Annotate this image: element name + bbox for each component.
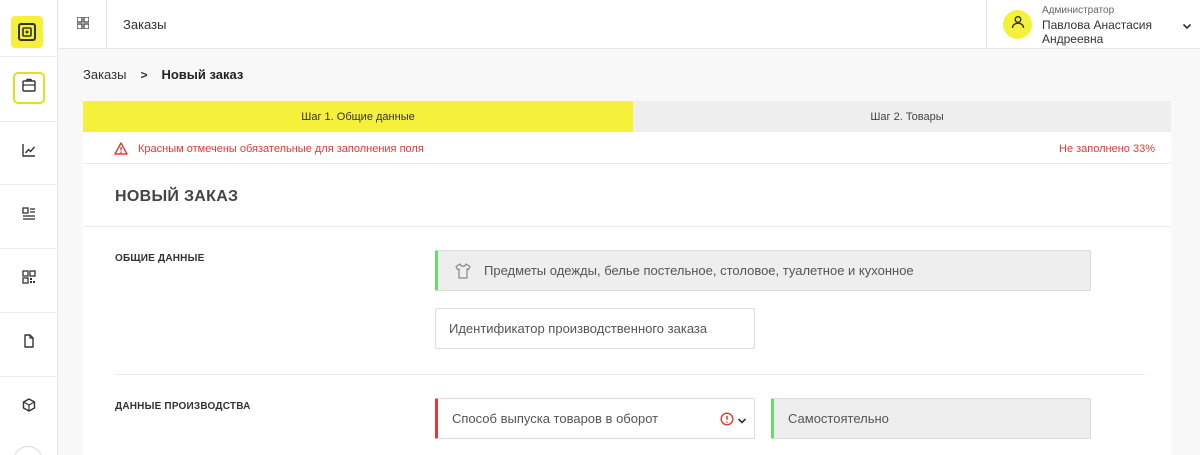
apps-grid-button[interactable]: [59, 0, 107, 49]
sidebar-item-list[interactable]: [0, 184, 58, 246]
release-method-select[interactable]: Способ выпуска товаров в оборот: [435, 398, 755, 439]
stepper: Шаг 1. Общие данные Шаг 2. Товары: [83, 101, 1171, 132]
user-name: Павлова Анастасия Андреевна: [1042, 18, 1152, 46]
breadcrumb-current: Новый заказ: [161, 67, 244, 82]
tshirt-icon: [454, 262, 472, 280]
product-category-field[interactable]: Предметы одежды, белье постельное, столо…: [435, 250, 1091, 291]
user-role: Администратор: [1042, 5, 1115, 16]
sidebar-item-analytics[interactable]: [0, 121, 58, 183]
header-title: Заказы: [123, 17, 167, 32]
chevron-down-icon: [1182, 18, 1192, 36]
breadcrumb: Заказы > Новый заказ: [83, 67, 243, 82]
avatar: [1003, 10, 1032, 39]
qr-code-icon: [21, 269, 37, 290]
alert-message: Красным отмечены обязательные для заполн…: [138, 143, 424, 155]
form-title: НОВЫЙ ЗАКАЗ: [115, 188, 239, 205]
required-fields-alert: Красным отмечены обязательные для заполн…: [83, 132, 1171, 164]
sidebar-item-products[interactable]: [0, 376, 58, 438]
completion-status: Не заполнено 33%: [1059, 143, 1155, 155]
grid-icon: [75, 15, 90, 34]
divider: [83, 226, 1171, 227]
breadcrumb-separator: >: [140, 67, 148, 82]
product-category-value: Предметы одежды, белье постельное, столо…: [484, 263, 914, 278]
step-arrow: [623, 101, 633, 131]
sidebar-item-orders[interactable]: [0, 56, 58, 118]
top-header: Заказы Администратор Павлова Анастасия А…: [59, 0, 1200, 49]
section-label-general: ОБЩИЕ ДАННЫЕ: [115, 253, 205, 264]
order-form-card: Красным отмечены обязательные для заполн…: [83, 132, 1171, 455]
sidebar-item-codes[interactable]: [0, 248, 58, 310]
release-mode-value: Самостоятельно: [788, 411, 889, 426]
collapse-sidebar-button[interactable]: [13, 446, 43, 455]
section-label-production: ДАННЫЕ ПРОИЗВОДСТВА: [115, 401, 251, 412]
document-icon: [21, 333, 37, 354]
step-general[interactable]: Шаг 1. Общие данные: [83, 101, 633, 132]
briefcase-icon: [21, 77, 37, 98]
step-products[interactable]: Шаг 2. Товары: [643, 101, 1171, 132]
user-menu[interactable]: Администратор Павлова Анастасия Андреевн…: [986, 0, 1200, 49]
warning-icon: [114, 142, 128, 160]
user-icon: [1011, 15, 1025, 34]
divider: [115, 374, 1145, 375]
chevron-down-icon: [737, 414, 747, 429]
sidebar: [0, 0, 58, 455]
list-icon: [21, 205, 37, 226]
production-order-id-input[interactable]: Идентификатор производственного заказа: [435, 308, 755, 349]
box-icon: [21, 397, 37, 418]
sidebar-item-documents[interactable]: [0, 312, 58, 374]
release-mode-field[interactable]: Самостоятельно: [771, 398, 1091, 439]
breadcrumb-link-orders[interactable]: Заказы: [83, 67, 126, 82]
error-icon: [720, 412, 734, 429]
release-method-placeholder: Способ выпуска товаров в оборот: [452, 411, 659, 426]
logo-icon[interactable]: [11, 16, 43, 48]
production-order-id-placeholder: Идентификатор производственного заказа: [449, 321, 708, 336]
chart-icon: [21, 142, 37, 163]
